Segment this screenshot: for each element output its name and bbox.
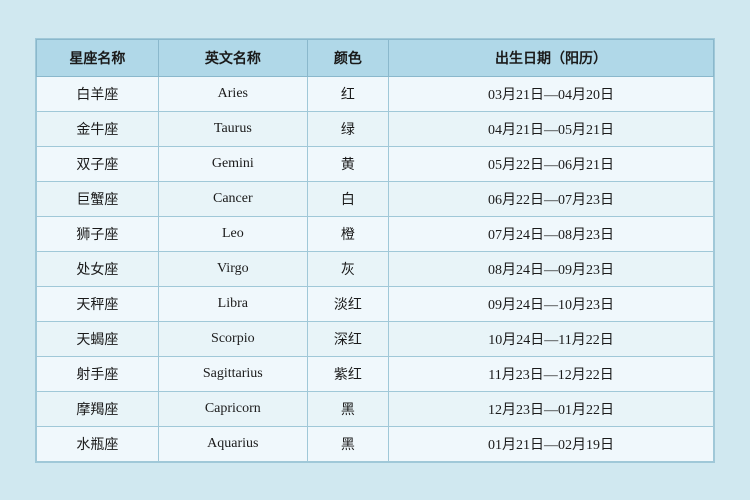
cell-color: 灰	[307, 251, 388, 286]
cell-date: 06月22日—07月23日	[389, 181, 714, 216]
table-header-row: 星座名称 英文名称 颜色 出生日期（阳历）	[37, 39, 714, 76]
cell-date: 01月21日—02月19日	[389, 426, 714, 461]
cell-date: 04月21日—05月21日	[389, 111, 714, 146]
cell-english: Taurus	[158, 111, 307, 146]
cell-english: Cancer	[158, 181, 307, 216]
cell-date: 08月24日—09月23日	[389, 251, 714, 286]
table-row: 巨蟹座Cancer白06月22日—07月23日	[37, 181, 714, 216]
table-body: 白羊座Aries红03月21日—04月20日金牛座Taurus绿04月21日—0…	[37, 76, 714, 461]
cell-chinese: 水瓶座	[37, 426, 159, 461]
cell-chinese: 白羊座	[37, 76, 159, 111]
cell-color: 红	[307, 76, 388, 111]
header-date: 出生日期（阳历）	[389, 39, 714, 76]
header-english: 英文名称	[158, 39, 307, 76]
cell-color: 黄	[307, 146, 388, 181]
cell-chinese: 射手座	[37, 356, 159, 391]
cell-color: 紫红	[307, 356, 388, 391]
table-row: 狮子座Leo橙07月24日—08月23日	[37, 216, 714, 251]
cell-english: Libra	[158, 286, 307, 321]
cell-color: 白	[307, 181, 388, 216]
cell-chinese: 处女座	[37, 251, 159, 286]
cell-color: 黑	[307, 391, 388, 426]
cell-english: Capricorn	[158, 391, 307, 426]
cell-english: Gemini	[158, 146, 307, 181]
table-row: 天秤座Libra淡红09月24日—10月23日	[37, 286, 714, 321]
cell-english: Scorpio	[158, 321, 307, 356]
table-row: 白羊座Aries红03月21日—04月20日	[37, 76, 714, 111]
cell-color: 绿	[307, 111, 388, 146]
cell-chinese: 双子座	[37, 146, 159, 181]
cell-color: 橙	[307, 216, 388, 251]
cell-chinese: 天蝎座	[37, 321, 159, 356]
cell-date: 11月23日—12月22日	[389, 356, 714, 391]
table-row: 摩羯座Capricorn黑12月23日—01月22日	[37, 391, 714, 426]
cell-chinese: 天秤座	[37, 286, 159, 321]
table-row: 水瓶座Aquarius黑01月21日—02月19日	[37, 426, 714, 461]
header-color: 颜色	[307, 39, 388, 76]
cell-chinese: 巨蟹座	[37, 181, 159, 216]
cell-english: Virgo	[158, 251, 307, 286]
cell-english: Aquarius	[158, 426, 307, 461]
cell-date: 09月24日—10月23日	[389, 286, 714, 321]
cell-english: Aries	[158, 76, 307, 111]
cell-date: 10月24日—11月22日	[389, 321, 714, 356]
zodiac-table-container: 星座名称 英文名称 颜色 出生日期（阳历） 白羊座Aries红03月21日—04…	[35, 38, 715, 463]
table-row: 金牛座Taurus绿04月21日—05月21日	[37, 111, 714, 146]
cell-chinese: 金牛座	[37, 111, 159, 146]
cell-color: 淡红	[307, 286, 388, 321]
table-row: 处女座Virgo灰08月24日—09月23日	[37, 251, 714, 286]
cell-color: 深红	[307, 321, 388, 356]
cell-date: 12月23日—01月22日	[389, 391, 714, 426]
cell-date: 05月22日—06月21日	[389, 146, 714, 181]
cell-english: Leo	[158, 216, 307, 251]
table-row: 双子座Gemini黄05月22日—06月21日	[37, 146, 714, 181]
cell-english: Sagittarius	[158, 356, 307, 391]
table-row: 射手座Sagittarius紫红11月23日—12月22日	[37, 356, 714, 391]
header-chinese: 星座名称	[37, 39, 159, 76]
cell-date: 07月24日—08月23日	[389, 216, 714, 251]
cell-chinese: 狮子座	[37, 216, 159, 251]
cell-date: 03月21日—04月20日	[389, 76, 714, 111]
table-row: 天蝎座Scorpio深红10月24日—11月22日	[37, 321, 714, 356]
cell-color: 黑	[307, 426, 388, 461]
zodiac-table: 星座名称 英文名称 颜色 出生日期（阳历） 白羊座Aries红03月21日—04…	[36, 39, 714, 462]
cell-chinese: 摩羯座	[37, 391, 159, 426]
